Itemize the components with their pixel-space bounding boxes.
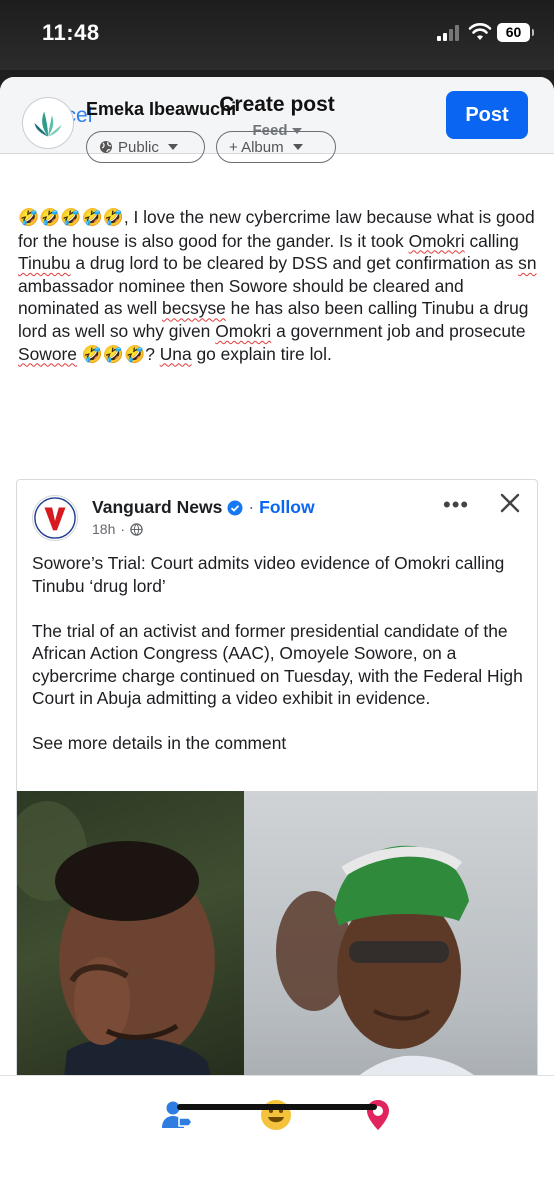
spellcheck-word: Omokri — [408, 230, 465, 251]
cellular-signal-icon — [437, 25, 463, 41]
page-name[interactable]: Vanguard News — [92, 497, 222, 518]
wifi-icon — [468, 23, 492, 40]
page-name-row: Vanguard News · Follow — [92, 497, 315, 518]
vanguard-logo-icon[interactable] — [32, 495, 78, 541]
shared-post-body: Sowore’s Trial: Court admits video evide… — [32, 552, 527, 777]
globe-icon — [130, 522, 143, 536]
post-text-input[interactable]: 🤣🤣🤣🤣🤣, I love the new cybercrime law bec… — [18, 206, 540, 366]
album-selector[interactable]: + Album — [216, 131, 336, 163]
more-options-icon[interactable]: ••• — [443, 492, 469, 518]
author-name: Emeka Ibeawuchi — [86, 99, 237, 119]
laughing-emojis: 🤣🤣🤣🤣🤣 — [18, 208, 124, 227]
bottom-toolbar — [0, 1075, 554, 1200]
laughing-emojis: 🤣🤣🤣 — [76, 344, 146, 364]
close-icon[interactable] — [499, 492, 521, 514]
caret-down-icon — [167, 144, 178, 150]
privacy-selector[interactable]: Public — [86, 131, 205, 163]
spellcheck-word: Tinubu — [18, 253, 71, 274]
separator-dot: · — [248, 497, 255, 517]
caret-down-icon — [292, 144, 303, 150]
spellcheck-word: sn — [518, 253, 537, 274]
album-label: + Album — [229, 138, 284, 156]
post-button[interactable]: Post — [446, 91, 528, 139]
shared-paragraph: The trial of an activist and former pres… — [32, 620, 523, 709]
see-more-text: See more details in the comment — [32, 733, 287, 753]
home-indicator[interactable] — [177, 1104, 377, 1110]
post-meta: 18h · — [92, 521, 143, 537]
globe-icon — [100, 141, 112, 153]
create-post-sheet: Cancel Create post Feed Post Emeka Ibeaw… — [0, 77, 554, 1200]
status-bar: 11:48 60 — [0, 0, 554, 70]
meta-separator: · — [120, 521, 126, 537]
spellcheck-word: Omokri — [215, 320, 272, 341]
battery-icon: 60 — [497, 23, 534, 42]
shared-headline: Sowore’s Trial: Court admits video evide… — [32, 553, 505, 596]
shared-post-card: Vanguard News · Follow 18h · ••• Sowore’… — [16, 479, 538, 1139]
spellcheck-word: Sowore — [18, 343, 77, 364]
privacy-label: Public — [118, 138, 159, 156]
status-time: 11:48 — [42, 20, 100, 45]
post-time: 18h — [92, 521, 116, 537]
follow-button[interactable]: Follow — [259, 497, 314, 518]
spellcheck-word: Una — [159, 343, 192, 364]
verified-badge-icon — [227, 500, 243, 515]
spellcheck-word: becsyse — [162, 298, 226, 319]
avatar[interactable] — [22, 97, 74, 149]
